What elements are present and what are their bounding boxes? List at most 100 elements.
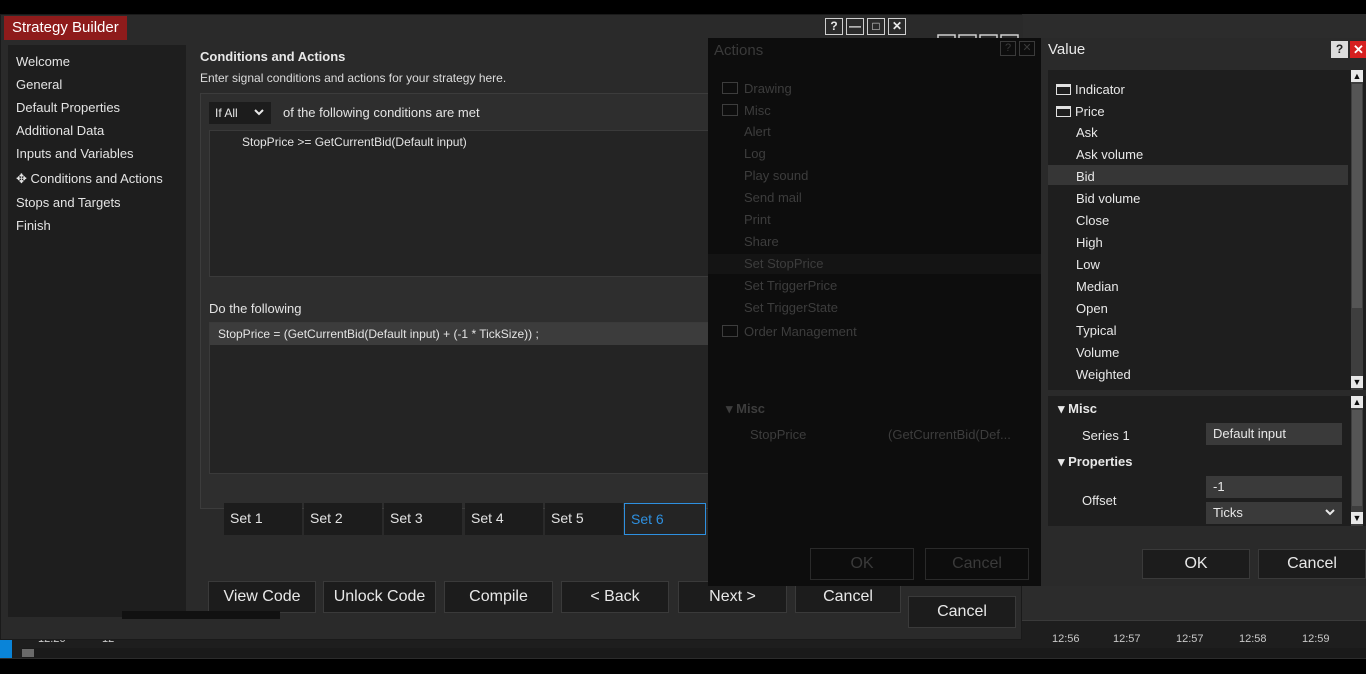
misc-prop-header-label: Misc bbox=[736, 401, 766, 416]
folder-icon bbox=[1056, 84, 1071, 95]
misc-prop-header[interactable]: ▾ Misc bbox=[726, 401, 765, 417]
nav-item-default-properties[interactable]: Default Properties bbox=[16, 100, 120, 115]
time-tick: 12:59 bbox=[1302, 633, 1330, 645]
offset-input[interactable]: -1 bbox=[1206, 476, 1342, 498]
time-tick: 12:57 bbox=[1113, 633, 1141, 645]
tab-set-2[interactable]: Set 2 bbox=[304, 503, 382, 535]
misc-section-header[interactable]: ▾ Misc bbox=[1058, 401, 1097, 417]
help-button[interactable]: ? bbox=[1331, 41, 1348, 58]
action-item[interactable]: Log bbox=[744, 146, 766, 161]
action-item[interactable]: Set TriggerPrice bbox=[744, 278, 837, 293]
folder-open-icon bbox=[1056, 106, 1071, 117]
folder-price-label: Price bbox=[1075, 104, 1105, 119]
action-item[interactable]: Share bbox=[744, 234, 779, 249]
action-row[interactable]: StopPrice = (GetCurrentBid(Default input… bbox=[210, 323, 718, 345]
value-window: Value ? ✕ Indicator Price Ask Ask volume… bbox=[1041, 38, 1366, 586]
action-item[interactable]: Alert bbox=[744, 124, 771, 139]
collapse-icon[interactable]: ▾ bbox=[1058, 401, 1068, 416]
nav-item-general[interactable]: General bbox=[16, 77, 62, 92]
tree-scrollbar[interactable]: ▲ ▼ bbox=[1351, 70, 1363, 390]
series-input[interactable]: Default input bbox=[1206, 423, 1342, 445]
properties-section-header[interactable]: ▾ Properties bbox=[1058, 454, 1132, 470]
folder-misc[interactable]: Misc bbox=[744, 103, 771, 118]
action-item[interactable]: Send mail bbox=[744, 190, 802, 205]
value-window-title: Value bbox=[1048, 41, 1086, 58]
tree-item-volume[interactable]: Volume bbox=[1076, 345, 1119, 360]
tree-item-high[interactable]: High bbox=[1076, 235, 1103, 250]
minimize-button[interactable]: — bbox=[846, 18, 864, 35]
chevron-down-icon[interactable] bbox=[1324, 504, 1336, 523]
folder-drawing[interactable]: Drawing bbox=[744, 81, 792, 96]
close-icon[interactable]: ✕ bbox=[1019, 41, 1035, 56]
tab-set-3[interactable]: Set 3 bbox=[384, 503, 462, 535]
tree-item-bid[interactable]: Bid bbox=[1076, 169, 1095, 184]
tree-item-ask-volume[interactable]: Ask volume bbox=[1076, 147, 1143, 162]
tree-item-close[interactable]: Close bbox=[1076, 213, 1109, 228]
action-item[interactable]: Set TriggerState bbox=[744, 300, 838, 315]
chevron-down-icon[interactable] bbox=[253, 102, 265, 127]
wizard-nav: Welcome General Default Properties Addit… bbox=[8, 45, 186, 617]
scrollbar-thumb[interactable] bbox=[22, 649, 34, 657]
help-icon[interactable]: ? bbox=[1000, 41, 1016, 56]
nav-item-stops-targets[interactable]: Stops and Targets bbox=[16, 195, 121, 210]
actions-cancel-button[interactable]: Cancel bbox=[925, 548, 1029, 580]
tab-set-4[interactable]: Set 4 bbox=[465, 503, 543, 535]
tab-set-1[interactable]: Set 1 bbox=[224, 503, 302, 535]
tree-item-weighted[interactable]: Weighted bbox=[1076, 367, 1131, 382]
section-title: Conditions and Actions bbox=[200, 49, 346, 64]
close-button[interactable]: ✕ bbox=[1350, 41, 1366, 58]
folder-indicator-label: Indicator bbox=[1075, 82, 1125, 97]
conditions-list[interactable]: StopPrice >= GetCurrentBid(Default input… bbox=[209, 130, 719, 277]
folder-price[interactable]: Price bbox=[1056, 104, 1105, 119]
scroll-down-icon[interactable]: ▼ bbox=[1351, 512, 1363, 524]
folder-indicator[interactable]: Indicator bbox=[1056, 82, 1125, 97]
tree-item-ask[interactable]: Ask bbox=[1076, 125, 1098, 140]
folder-icon bbox=[722, 82, 738, 94]
tree-item-open[interactable]: Open bbox=[1076, 301, 1108, 316]
properties-scrollbar[interactable]: ▲ ▼ bbox=[1351, 396, 1363, 526]
collapse-icon[interactable]: ▾ bbox=[726, 401, 736, 416]
maximize-button[interactable]: □ bbox=[867, 18, 885, 35]
tab-set-5[interactable]: Set 5 bbox=[545, 503, 623, 535]
tree-item-low[interactable]: Low bbox=[1076, 257, 1100, 272]
actions-list[interactable]: StopPrice = (GetCurrentBid(Default input… bbox=[209, 322, 719, 474]
close-button[interactable]: ✕ bbox=[888, 18, 906, 35]
action-item[interactable]: Set StopPrice bbox=[744, 256, 824, 271]
tree-item-bid-volume[interactable]: Bid volume bbox=[1076, 191, 1140, 206]
compile-button[interactable]: Compile bbox=[444, 581, 553, 613]
action-item[interactable]: Play sound bbox=[744, 168, 808, 183]
help-button[interactable]: ? bbox=[825, 18, 843, 35]
back-button[interactable]: < Back bbox=[561, 581, 669, 613]
offset-label: Offset bbox=[1082, 493, 1117, 508]
value-ok-button[interactable]: OK bbox=[1142, 549, 1250, 579]
tree-item-median[interactable]: Median bbox=[1076, 279, 1119, 294]
scrollbar-thumb[interactable] bbox=[1352, 84, 1362, 308]
condition-row[interactable]: StopPrice >= GetCurrentBid(Default input… bbox=[242, 135, 467, 149]
scroll-up-icon[interactable]: ▲ bbox=[1351, 70, 1363, 82]
value-tree: Indicator Price Ask Ask volume Bid Bid v… bbox=[1048, 70, 1366, 390]
stopprice-value[interactable]: (GetCurrentBid(Def... bbox=[888, 427, 1011, 442]
chart-horizontal-scrollbar[interactable] bbox=[22, 648, 1366, 658]
tab-set-6[interactable]: Set 6 bbox=[624, 503, 706, 535]
actions-ok-button[interactable]: OK bbox=[810, 548, 914, 580]
offset-unit-select[interactable]: Ticks bbox=[1206, 502, 1342, 524]
nav-item-additional-data[interactable]: Additional Data bbox=[16, 123, 104, 138]
background-cancel-button[interactable]: Cancel bbox=[908, 596, 1016, 628]
nav-item-welcome[interactable]: Welcome bbox=[16, 54, 70, 69]
unlock-code-button[interactable]: Unlock Code bbox=[323, 581, 436, 613]
scrollbar-thumb[interactable] bbox=[1352, 410, 1362, 506]
tree-item-typical[interactable]: Typical bbox=[1076, 323, 1116, 338]
nav-item-finish[interactable]: Finish bbox=[16, 218, 51, 233]
value-cancel-button[interactable]: Cancel bbox=[1258, 549, 1366, 579]
conditions-panel: If All of the following conditions are m… bbox=[200, 93, 720, 509]
actions-window-title: Actions bbox=[714, 42, 764, 59]
nav-item-conditions-actions[interactable]: ✥ Conditions and Actions bbox=[16, 171, 163, 187]
folder-order-management[interactable]: Order Management bbox=[744, 324, 857, 339]
collapse-icon[interactable]: ▾ bbox=[1058, 454, 1068, 469]
window-title: Strategy Builder bbox=[4, 16, 127, 40]
scroll-up-icon[interactable]: ▲ bbox=[1351, 396, 1363, 408]
scroll-down-icon[interactable]: ▼ bbox=[1351, 376, 1363, 388]
nav-item-inputs-variables[interactable]: Inputs and Variables bbox=[16, 146, 134, 161]
action-item[interactable]: Print bbox=[744, 212, 771, 227]
view-code-button[interactable]: View Code bbox=[208, 581, 316, 613]
